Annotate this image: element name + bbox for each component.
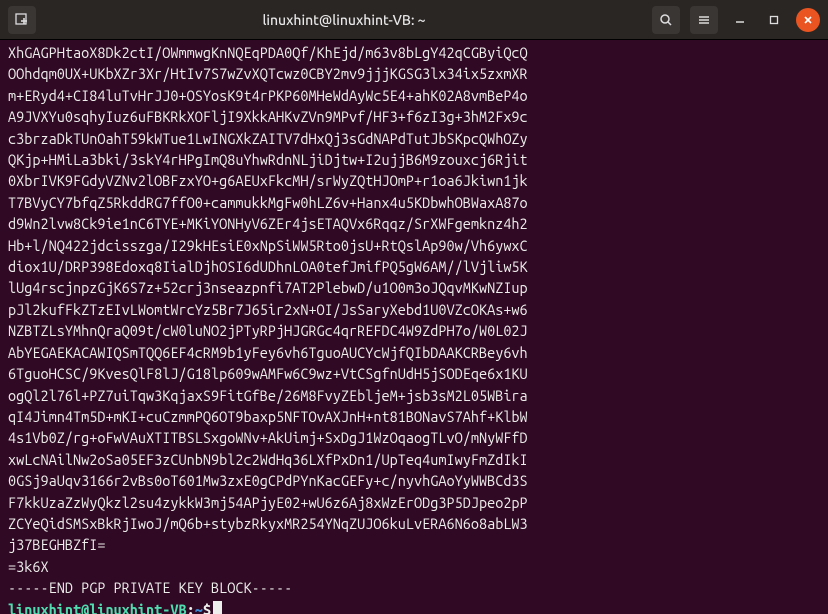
terminal-line: QKjp+HMiLa3bki/3skY4rHPgImQ8uYhwRdnNLjiD… [8, 149, 820, 170]
terminal-line: pJl2kufFkZTzEIvLWomtWrcYz5Br7J65ir2xN+OI… [8, 299, 820, 320]
search-button[interactable] [652, 6, 680, 34]
terminal-line: qI4Jimn4Tm5D+mKI+cuCzmmPQ6OT9baxp5NFTOvA… [8, 406, 820, 427]
terminal-line: ogQl2l76l+PZ7uiTqw3KqjaxS9FitGfBe/26M8Fv… [8, 385, 820, 406]
terminal-line: diox1U/DRP398Edoxq8IialDjhOSI6dUDhnLOA0t… [8, 256, 820, 277]
minimize-button[interactable] [728, 8, 752, 32]
terminal-line: A9JVXYu0sqhyIuz6uFBKRkXOFljI9XkkAHKvZVn9… [8, 106, 820, 127]
terminal-line: xwLcNAilNw2oSa05EF3zCUnbN9bl2c2WdHq36LXf… [8, 449, 820, 470]
terminal-line: j37BEGHBZfI= [8, 534, 820, 555]
terminal-line: NZBTZLsYMhnQraQ09t/cW0luNO2jPTyRPjHJGRGc… [8, 320, 820, 341]
terminal-output: XhGAGPHtaoX8Dk2ctI/OWmmwgKnNQEqPDA0Qf/Kh… [8, 42, 820, 599]
terminal-line: F7kkUzaZzWyQkzl2su4zykkW3mj54APjyE02+wU6… [8, 492, 820, 513]
prompt-colon-text: : [187, 601, 195, 614]
menu-button[interactable] [690, 6, 718, 34]
prompt-end: $ [203, 601, 211, 614]
window-title: linuxhint@linuxhint-VB: ~ [42, 12, 646, 28]
window-titlebar: linuxhint@linuxhint-VB: ~ [0, 0, 828, 40]
prompt-line: linuxhint@linuxhint-VB:~$ [8, 599, 820, 614]
terminal-line: d9Wn2lvw8Ck9ie1nC6TYE+MKiYONHyV6ZEr4jsET… [8, 213, 820, 234]
cursor [213, 601, 222, 614]
prompt-user: linuxhint@linuxhint-VB [8, 601, 187, 614]
new-tab-button[interactable] [8, 6, 36, 34]
terminal-line: XhGAGPHtaoX8Dk2ctI/OWmmwgKnNQEqPDA0Qf/Kh… [8, 42, 820, 63]
terminal-line: =3k6X [8, 556, 820, 577]
maximize-button[interactable] [762, 8, 786, 32]
terminal-line: 0GSj9aUqv3166r2vBs0oT601Mw3zxE0gCPdPYnKa… [8, 470, 820, 491]
titlebar-left [8, 6, 36, 34]
terminal-line: m+ERyd4+CI84luTvHrJJ0+OSYosK9t4rPKP60MHe… [8, 85, 820, 106]
terminal-line: ZCYeQidSMSxBkRjIwoJ/mQ6b+stybzRkyxMR254Y… [8, 513, 820, 534]
terminal-line: Hb+l/NQ422jdcisszga/I29kHEsiE0xNpSiWW5Rt… [8, 235, 820, 256]
titlebar-right [652, 6, 820, 34]
terminal-line: lUg4rscjnpzGjK6S7z+52crj3nseazpnfi7AT2Pl… [8, 277, 820, 298]
terminal-line: c3brzaDkTUnOahT59kWTue1LwINGXkZAITV7dHxQ… [8, 128, 820, 149]
terminal-line: 6TguoHCSC/9KvesQlF8lJ/G18lp609wAMFw6C9wz… [8, 363, 820, 384]
terminal-line: 0XbrIVK9FGdyVZNv2lOBFzxYO+g6AEUxFkcMH/sr… [8, 170, 820, 191]
terminal-line: -----END PGP PRIVATE KEY BLOCK----- [8, 577, 820, 598]
terminal-line: 4s1Vb0Z/rg+oFwVAuXTITBSLSxgoWNv+AkUimj+S… [8, 427, 820, 448]
terminal-line: OOhdqm0UX+UKbXZr3Xr/HtIv7S7wZvXQTcwz0CBY… [8, 63, 820, 84]
terminal-line: AbYEGAEKACAWIQSmTQQ6EF4cRM9b1yFey6vh6Tgu… [8, 342, 820, 363]
prompt-path: ~ [195, 601, 203, 614]
terminal-line: T7BVyCY7bfqZ5RkddRG7ffO0+cammukkMgFw0hLZ… [8, 192, 820, 213]
close-button[interactable] [796, 8, 820, 32]
terminal-body[interactable]: XhGAGPHtaoX8Dk2ctI/OWmmwgKnNQEqPDA0Qf/Kh… [0, 40, 828, 614]
